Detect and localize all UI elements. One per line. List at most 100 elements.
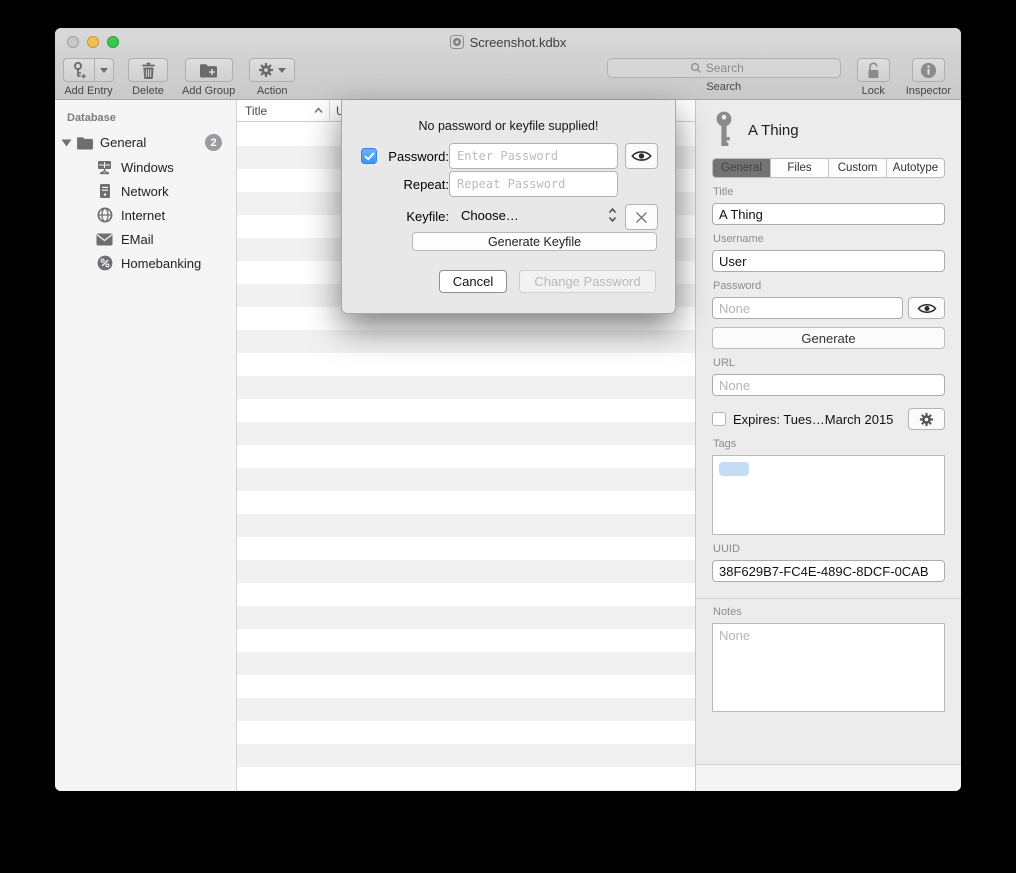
- repeat-password-input[interactable]: [449, 171, 618, 197]
- lock-label: Lock: [862, 85, 885, 97]
- folder-plus-icon: [199, 63, 218, 78]
- entry-title: A Thing: [748, 122, 799, 139]
- inspector-footer: [696, 764, 961, 791]
- inspector-label: Inspector: [906, 85, 951, 97]
- change-password-dialog: No password or keyfile supplied! Passwor…: [341, 100, 676, 314]
- inspector-group: Inspector: [906, 58, 951, 97]
- search-group: Search: [607, 58, 841, 93]
- lock-button[interactable]: [857, 58, 890, 82]
- tags-label: Tags: [713, 438, 945, 450]
- chevron-down-icon: [278, 68, 286, 73]
- sidebar-item-general[interactable]: General 2: [55, 130, 236, 155]
- sidebar-item-label: Network: [121, 184, 169, 199]
- add-entry-button[interactable]: [63, 58, 95, 82]
- window-chrome: Screenshot.kdbx: [55, 28, 961, 100]
- sidebar-item-label: General: [100, 135, 146, 150]
- sidebar-item-network[interactable]: Network: [55, 179, 236, 203]
- inspector-button[interactable]: [912, 58, 945, 82]
- reveal-password-button[interactable]: [908, 297, 945, 319]
- action-label: Action: [257, 85, 288, 97]
- chevron-down-icon: [100, 68, 108, 73]
- app-window: Screenshot.kdbx: [55, 28, 961, 791]
- lock-group: Lock: [857, 58, 890, 97]
- folder-icon: [76, 136, 94, 150]
- action-button[interactable]: [249, 58, 295, 82]
- gear-icon: [258, 62, 274, 78]
- column-label: Title: [245, 104, 267, 118]
- action-group: Action: [249, 58, 295, 97]
- disclosure-triangle-icon[interactable]: [62, 139, 72, 146]
- generate-password-button[interactable]: Generate: [712, 327, 945, 349]
- search-input[interactable]: [706, 61, 758, 75]
- add-group-button[interactable]: [185, 58, 233, 82]
- inspector-tabs: General Files Custom Autotype: [712, 158, 945, 178]
- reveal-password-button[interactable]: [625, 143, 658, 169]
- window-title-area: Screenshot.kdbx: [55, 28, 961, 56]
- toolbar: Add Entry Delete: [55, 56, 961, 100]
- column-header-title[interactable]: Title: [237, 100, 330, 121]
- add-entry-dropdown[interactable]: [95, 58, 114, 82]
- add-group-group: Add Group: [182, 58, 235, 97]
- username-field-label: Username: [713, 233, 945, 245]
- tab-autotype[interactable]: Autotype: [887, 159, 944, 177]
- change-password-button[interactable]: Change Password: [519, 270, 656, 293]
- key-plus-icon: [71, 62, 87, 79]
- titlebar[interactable]: Screenshot.kdbx: [55, 28, 961, 56]
- add-entry-group: Add Entry: [63, 58, 114, 97]
- sidebar-item-homebanking[interactable]: Homebanking: [55, 251, 236, 275]
- expires-checkbox[interactable]: [712, 412, 726, 426]
- lock-open-icon: [866, 62, 881, 79]
- tab-custom[interactable]: Custom: [829, 159, 887, 177]
- network-icon: [96, 183, 113, 200]
- popup-stepper-icon[interactable]: [608, 207, 617, 223]
- notes-label: Notes: [713, 606, 945, 618]
- clear-keyfile-button[interactable]: [625, 204, 658, 230]
- gear-icon: [919, 412, 934, 427]
- delete-label: Delete: [132, 85, 164, 97]
- keyfile-popup[interactable]: Choose…: [461, 208, 519, 223]
- percent-icon: [96, 255, 113, 272]
- sidebar-item-windows[interactable]: Windows: [55, 155, 236, 179]
- mail-icon: [96, 231, 113, 248]
- url-field[interactable]: [712, 374, 945, 396]
- tab-files[interactable]: Files: [771, 159, 829, 177]
- inspector-panel: A Thing General Files Custom Autotype Ti…: [696, 100, 961, 791]
- enter-password-input[interactable]: [449, 143, 618, 169]
- info-icon: [920, 62, 937, 79]
- tab-general[interactable]: General: [713, 159, 771, 177]
- search-field[interactable]: [607, 58, 841, 78]
- dialog-message: No password or keyfile supplied!: [342, 119, 675, 133]
- eye-icon: [917, 302, 937, 315]
- delete-button[interactable]: [128, 58, 168, 82]
- notes-field[interactable]: [712, 623, 945, 712]
- document-icon: [450, 35, 464, 49]
- close-x-icon: [635, 211, 648, 224]
- delete-group: Delete: [128, 58, 168, 97]
- sidebar-item-label: Homebanking: [121, 256, 201, 271]
- search-icon: [690, 62, 702, 74]
- tag-pill[interactable]: [719, 462, 749, 476]
- windows-icon: [96, 159, 113, 176]
- generate-keyfile-button[interactable]: Generate Keyfile: [412, 232, 657, 251]
- uuid-field[interactable]: [712, 560, 945, 582]
- sidebar-section-header: Database: [55, 108, 236, 130]
- keyfile-popup-value: Choose…: [461, 208, 519, 223]
- username-field[interactable]: [712, 250, 945, 272]
- password-field-label: Password: [713, 280, 945, 292]
- eye-icon: [631, 149, 652, 163]
- cancel-button[interactable]: Cancel: [439, 270, 507, 293]
- sidebar-item-internet[interactable]: Internet: [55, 203, 236, 227]
- add-entry-label: Add Entry: [64, 85, 112, 97]
- globe-icon: [96, 207, 113, 224]
- password-field[interactable]: [712, 297, 903, 319]
- title-field[interactable]: [712, 203, 945, 225]
- trash-icon: [141, 62, 156, 79]
- sidebar-item-email[interactable]: EMail: [55, 227, 236, 251]
- key-icon: [712, 111, 736, 149]
- tags-box[interactable]: [712, 455, 945, 535]
- expires-settings-button[interactable]: [908, 408, 945, 430]
- search-label: Search: [706, 81, 741, 93]
- sidebar: Database General 2: [55, 100, 237, 791]
- entry-count-badge: 2: [205, 134, 222, 151]
- keyfile-label: Keyfile:: [346, 209, 449, 224]
